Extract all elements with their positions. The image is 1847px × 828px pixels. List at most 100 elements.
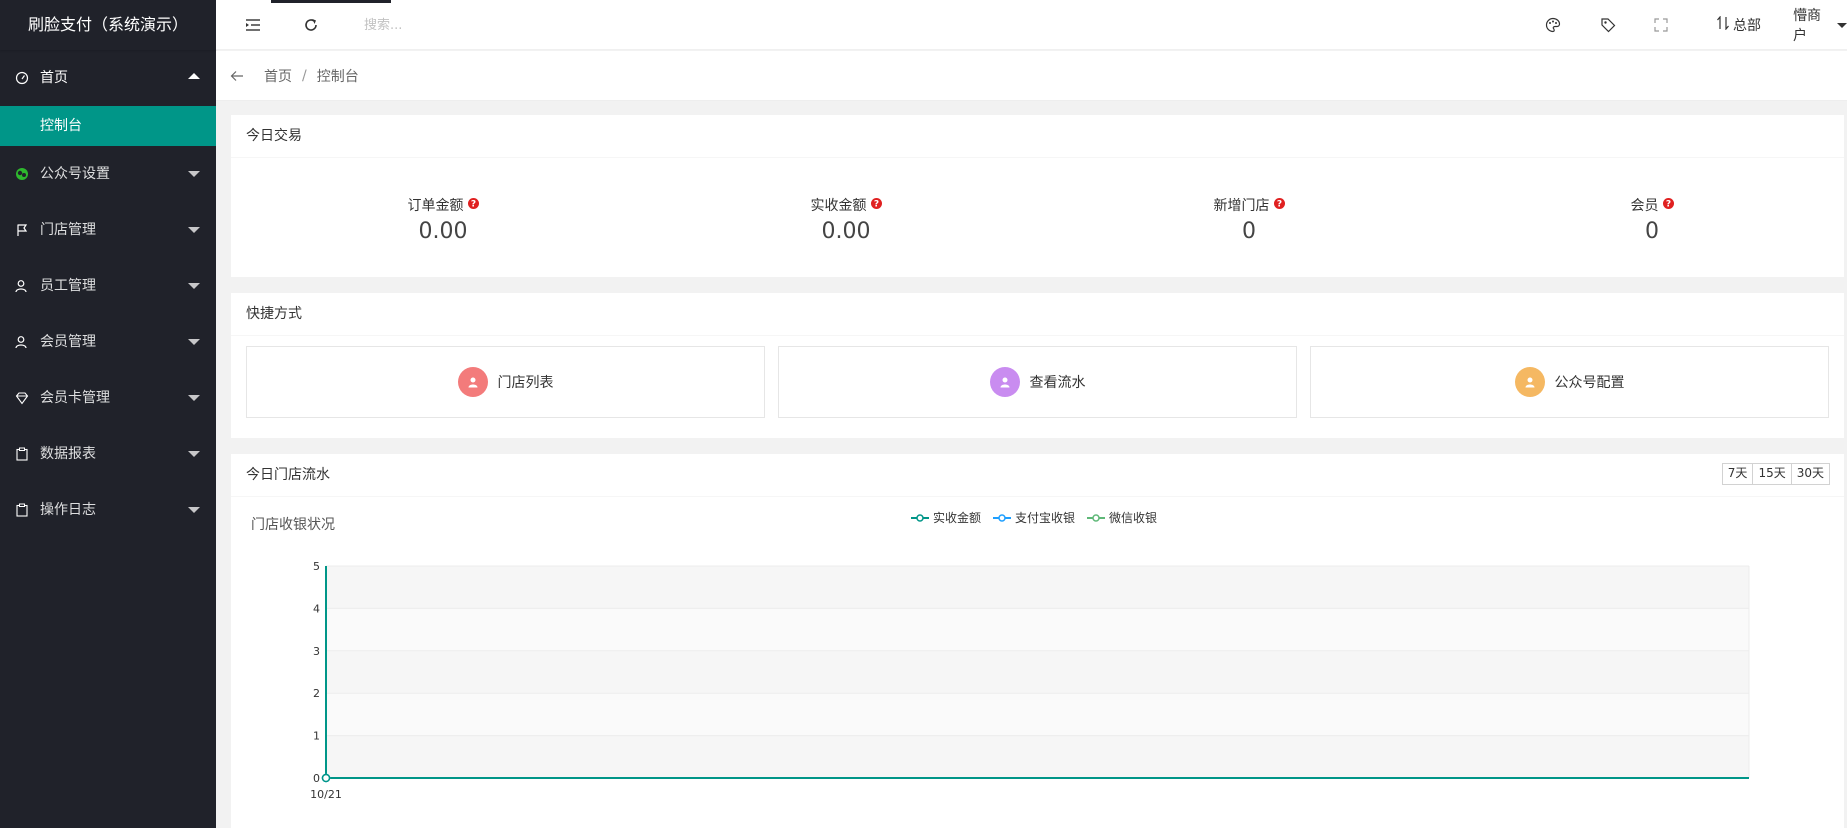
sidebar-item-staff[interactable]: 员工管理 xyxy=(0,258,216,314)
y-tick-label: 2 xyxy=(313,687,320,700)
y-tick-label: 4 xyxy=(313,602,320,615)
sidebar-item-label: 会员卡管理 xyxy=(40,390,110,406)
stat-value: 0 xyxy=(1645,219,1659,244)
chevron-down-icon xyxy=(188,395,200,401)
shortcut-label: 公众号配置 xyxy=(1554,375,1625,391)
grid-band xyxy=(326,566,1749,609)
y-tick-label: 5 xyxy=(313,560,320,573)
search-input[interactable] xyxy=(364,14,564,36)
chevron-down-icon xyxy=(188,339,200,345)
stat-value: 0 xyxy=(1242,219,1256,244)
shortcut-label: 查看流水 xyxy=(1029,375,1086,391)
grid-band xyxy=(326,693,1749,736)
chevron-up-icon xyxy=(188,73,200,79)
flag-icon xyxy=(15,202,29,258)
grid-band xyxy=(326,650,1749,694)
sidebar-item-member-cards[interactable]: 会员卡管理 xyxy=(0,370,216,426)
breadcrumb-current: 控制台 xyxy=(316,68,359,85)
chevron-down-icon xyxy=(188,283,200,289)
card-title: 快捷方式 xyxy=(231,293,1844,336)
shortcut-label: 门店列表 xyxy=(497,375,554,391)
stat-label: 实收金额 xyxy=(810,198,867,214)
sidebar-item-label: 会员管理 xyxy=(40,334,96,350)
theme-palette-icon[interactable] xyxy=(1538,0,1568,50)
y-tick-label: 0 xyxy=(313,772,320,785)
stat-members: 会员? 0 xyxy=(1552,195,1752,244)
chevron-down-icon xyxy=(188,451,200,457)
breadcrumb-separator: / xyxy=(302,67,307,84)
sidebar-subitem-console[interactable]: 控制台 xyxy=(0,106,216,146)
menu-toggle-icon[interactable] xyxy=(238,0,268,50)
diamond-icon xyxy=(15,370,29,426)
gauge-icon xyxy=(15,50,29,106)
shortcut-wechat-config[interactable]: 公众号配置 xyxy=(1310,346,1829,418)
line-chart: 0 1 2 3 4 5 10/21 xyxy=(310,560,1750,801)
back-arrow-icon[interactable] xyxy=(230,70,250,82)
sidebar: 刷脸支付（系统演示） 首页 控制台 公众号设置 门店管理 员工管理 会员管理 会… xyxy=(0,0,216,828)
app-title: 刷脸支付（系统演示） xyxy=(0,0,216,50)
shortcuts-card: 快捷方式 门店列表 查看流水 公众号配置 xyxy=(231,293,1844,438)
grid-band xyxy=(326,735,1749,778)
svg-text:?: ? xyxy=(873,200,878,210)
fullscreen-icon[interactable] xyxy=(1646,0,1676,50)
user-icon xyxy=(457,367,488,397)
stat-label: 会员 xyxy=(1630,198,1659,214)
stat-value: 0.00 xyxy=(821,219,871,244)
sidebar-item-stores[interactable]: 门店管理 xyxy=(0,202,216,258)
card-title: 今日交易 xyxy=(231,115,1844,158)
chevron-down-icon xyxy=(188,171,200,177)
breadcrumb-home[interactable]: 首页 xyxy=(264,66,292,86)
help-icon[interactable]: ? xyxy=(1662,197,1674,213)
sidebar-item-label: 门店管理 xyxy=(40,222,96,238)
today-transactions-card: 今日交易 订单金额? 0.00 实收金额? 0.00 新增门店? 0 会员? 0 xyxy=(231,115,1844,277)
svg-text:?: ? xyxy=(470,200,475,210)
shortcut-view-flow[interactable]: 查看流水 xyxy=(778,346,1297,418)
sidebar-item-label: 员工管理 xyxy=(40,278,96,294)
top-header: 总部 懵商户 xyxy=(216,0,1847,50)
sidebar-item-label: 数据报表 xyxy=(40,446,96,462)
refresh-icon[interactable] xyxy=(296,0,326,50)
chevron-down-icon xyxy=(1837,22,1847,28)
wechat-icon xyxy=(15,146,29,202)
svg-text:?: ? xyxy=(1276,200,1281,210)
store-flow-card: 今日门店流水 7天 15天 30天 门店收银状况 实收金额 支付宝收银 微信收银… xyxy=(231,454,1844,828)
sidebar-item-label: 操作日志 xyxy=(40,502,96,518)
stat-new-stores: 新增门店? 0 xyxy=(1149,195,1349,244)
clipboard-icon xyxy=(15,482,29,538)
org-switch-button[interactable]: 总部 xyxy=(1704,0,1774,50)
switch-icon xyxy=(1717,15,1729,34)
stat-label: 新增门店 xyxy=(1213,198,1270,214)
stat-order-amount: 订单金额? 0.00 xyxy=(343,195,543,244)
sidebar-item-logs[interactable]: 操作日志 xyxy=(0,482,216,538)
sidebar-item-label: 公众号设置 xyxy=(40,166,110,182)
sidebar-item-home[interactable]: 首页 xyxy=(0,50,216,106)
help-icon[interactable]: ? xyxy=(870,197,882,213)
help-icon[interactable]: ? xyxy=(1273,197,1285,213)
merchant-label: 懵商户 xyxy=(1793,8,1821,44)
sidebar-item-label: 首页 xyxy=(40,70,68,86)
user-icon xyxy=(15,314,29,370)
sidebar-item-members[interactable]: 会员管理 xyxy=(0,314,216,370)
user-icon xyxy=(1514,367,1545,397)
stat-value: 0.00 xyxy=(418,219,468,244)
user-icon xyxy=(989,367,1020,397)
grid-band xyxy=(326,608,1749,651)
shortcut-store-list[interactable]: 门店列表 xyxy=(246,346,765,418)
sidebar-item-wechat[interactable]: 公众号设置 xyxy=(0,146,216,202)
chevron-down-icon xyxy=(188,507,200,513)
sidebar-item-reports[interactable]: 数据报表 xyxy=(0,426,216,482)
data-point xyxy=(321,773,331,783)
clipboard-icon xyxy=(15,426,29,482)
user-icon xyxy=(15,258,29,314)
active-tab-indicator xyxy=(271,0,391,3)
chevron-down-icon xyxy=(188,227,200,233)
stat-label: 订单金额 xyxy=(407,198,464,214)
y-tick-label: 3 xyxy=(313,645,320,658)
y-tick-label: 1 xyxy=(313,730,320,743)
stat-received-amount: 实收金额? 0.00 xyxy=(746,195,946,244)
svg-text:?: ? xyxy=(1665,200,1670,210)
sidebar-submenu-home: 控制台 xyxy=(0,106,216,146)
merchant-menu[interactable]: 懵商户 xyxy=(1789,0,1847,50)
tag-icon[interactable] xyxy=(1593,0,1623,50)
help-icon[interactable]: ? xyxy=(467,197,479,213)
